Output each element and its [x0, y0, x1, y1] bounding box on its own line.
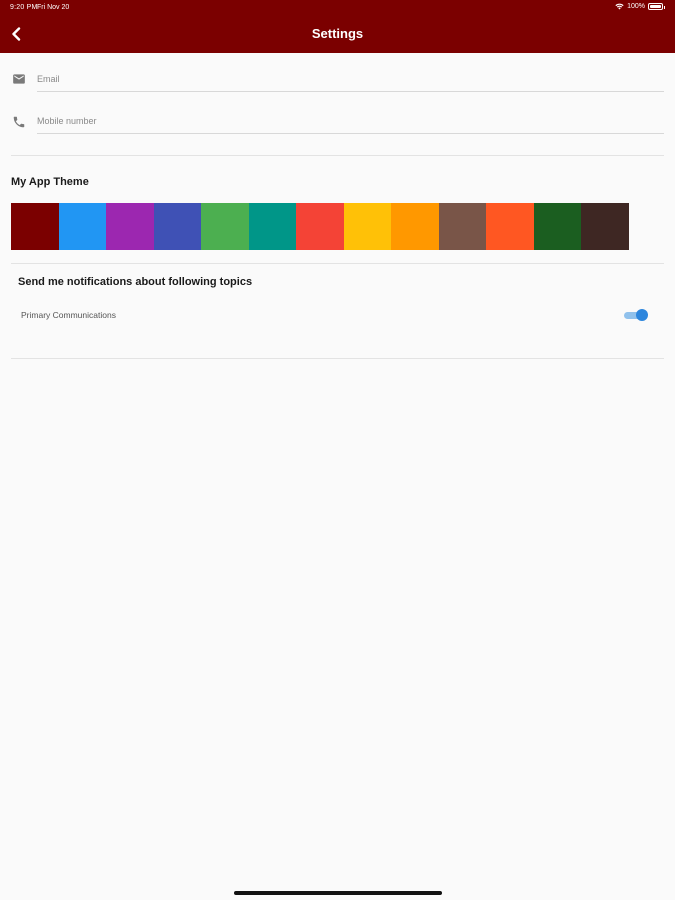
- status-date: Fri Nov 20: [37, 4, 70, 11]
- app-header: 9:20 PM Fri Nov 20 100% Settings: [0, 0, 675, 53]
- home-indicator: [234, 891, 442, 895]
- divider: [11, 155, 664, 156]
- theme-swatch-7[interactable]: [296, 203, 344, 250]
- divider: [11, 358, 664, 359]
- theme-swatch-4[interactable]: [153, 203, 201, 250]
- theme-swatch-3[interactable]: [106, 203, 154, 250]
- battery-icon: [648, 3, 665, 10]
- toggle-knob: [636, 309, 648, 321]
- theme-swatch-6[interactable]: [248, 203, 296, 250]
- theme-swatch-12[interactable]: [533, 203, 581, 250]
- mobile-number-field[interactable]: [37, 116, 664, 134]
- wifi-icon: [615, 3, 624, 10]
- email-field[interactable]: [37, 74, 664, 92]
- theme-swatch-9[interactable]: [391, 203, 439, 250]
- status-indicators: 100%: [615, 3, 665, 10]
- primary-communications-toggle[interactable]: [624, 309, 648, 321]
- theme-swatch-2[interactable]: [58, 203, 106, 250]
- theme-section-title: My App Theme: [11, 176, 89, 188]
- page-title: Settings: [311, 26, 364, 41]
- theme-color-palette: [11, 203, 629, 250]
- theme-swatch-5[interactable]: [201, 203, 249, 250]
- theme-swatch-8[interactable]: [343, 203, 391, 250]
- battery-percent: 100%: [627, 3, 645, 10]
- email-row: [0, 68, 675, 104]
- divider: [11, 263, 664, 264]
- theme-swatch-10[interactable]: [438, 203, 486, 250]
- theme-swatch-1[interactable]: [11, 203, 59, 250]
- theme-swatch-11[interactable]: [486, 203, 534, 250]
- envelope-icon: [13, 74, 25, 84]
- mobile-row: [0, 110, 675, 146]
- theme-swatch-13[interactable]: [581, 203, 629, 250]
- notifications-section-title: Send me notifications about following to…: [18, 276, 253, 288]
- topic-label-primary-communications: Primary Communications: [21, 310, 116, 320]
- status-time: 9:20 PM: [10, 4, 38, 11]
- battery-level: [650, 5, 661, 8]
- phone-icon: [13, 116, 25, 128]
